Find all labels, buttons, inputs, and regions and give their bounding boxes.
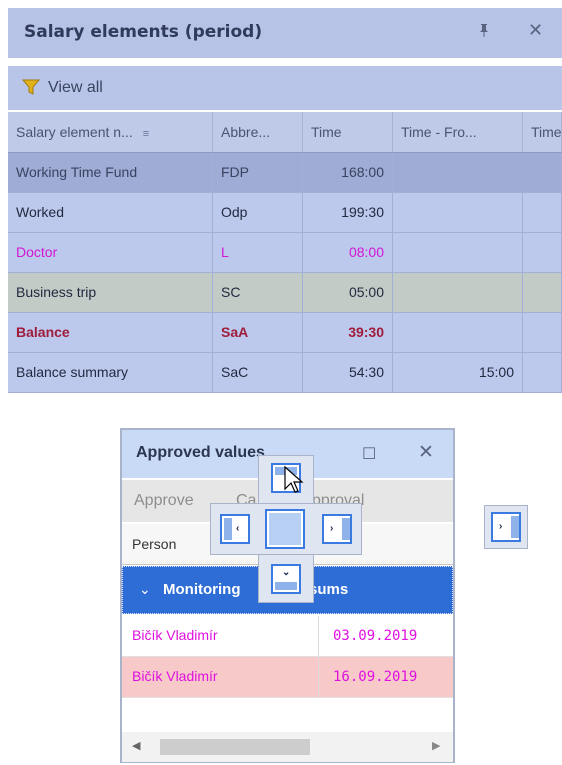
dock-outer-right-icon[interactable]: › [491,512,521,542]
abbreviation-cell: SaA [213,313,303,352]
abbreviation-cell: Odp [213,193,303,232]
scroll-right-icon[interactable]: ▶ [432,739,440,752]
close-icon[interactable]: ✕ [528,20,543,41]
abbreviation-cell: FDP [213,153,303,192]
time-cell: 39:30 [303,313,393,352]
table-row[interactable]: Doctor L 08:00 [8,233,562,273]
time-from-cell [393,233,523,272]
time-from-cell [393,273,523,312]
person-cell: Bičík Vladimír [132,627,218,643]
salary-grid: Salary element n... ≡ Abbre... Time Time … [8,112,562,393]
column-header-salary-element[interactable]: Salary element n... ≡ [8,112,213,152]
abbreviation-cell: L [213,233,303,272]
time-cell: 168:00 [303,153,393,192]
time-from-cell [393,153,523,192]
table-row[interactable]: Worked Odp 199:30 [8,193,562,233]
grid-header: Salary element n... ≡ Abbre... Time Time … [8,112,562,153]
salary-toolbar: View all [8,66,562,110]
time-extra-cell [523,353,562,392]
salary-element-cell: Balance summary [8,353,213,392]
time-cell: 199:30 [303,193,393,232]
salary-element-cell: Business trip [8,273,213,312]
sort-icon: ≡ [142,128,150,140]
column-header-abbreviation[interactable]: Abbre... [213,112,303,152]
column-header-time-from[interactable]: Time - Fro... [393,112,523,152]
group-label: Monitoring y sums [163,581,349,598]
time-extra-cell [523,153,562,192]
date-cell: 03.09.2019 [318,616,453,656]
time-from-cell [393,313,523,352]
salary-panel-titlebar[interactable]: Salary elements (period) ✕ [8,8,562,58]
scroll-left-icon[interactable]: ◀ [132,739,140,752]
scroll-thumb[interactable] [160,739,310,755]
table-row[interactable]: Bičík Vladimír 03.09.2019 [122,616,453,657]
table-row[interactable]: Balance summary SaC 54:30 15:00 [8,353,562,393]
dock-center-icon[interactable] [265,509,305,549]
horizontal-scrollbar[interactable]: ◀ ▶ [122,732,453,762]
dock-bottom-icon[interactable]: ⌄ [271,564,301,594]
approved-panel-title: Approved values [136,444,265,461]
view-all-button[interactable]: View all [48,79,103,97]
table-row[interactable]: Bičík Vladimír 16.09.2019 [122,657,453,698]
dock-left-icon[interactable]: ‹ [220,514,250,544]
time-extra-cell [523,313,562,352]
maximize-icon[interactable]: ☐ [362,444,376,464]
close-icon[interactable]: ✕ [418,441,434,464]
column-header-time-extra[interactable]: Time [523,112,562,152]
salary-elements-panel: Salary elements (period) ✕ View all Sala… [8,8,562,393]
pin-icon[interactable] [478,23,490,40]
table-row[interactable]: Business trip SC 05:00 [8,273,562,313]
date-cell: 16.09.2019 [318,657,453,697]
time-from-cell: 15:00 [393,353,523,392]
time-from-cell [393,193,523,232]
salary-element-cell: Balance [8,313,213,352]
time-extra-cell [523,233,562,272]
abbreviation-cell: SaC [213,353,303,392]
abbreviation-cell: SC [213,273,303,312]
time-cell: 54:30 [303,353,393,392]
filter-icon [21,78,41,96]
column-header-time[interactable]: Time [303,112,393,152]
time-extra-cell [523,193,562,232]
time-cell: 05:00 [303,273,393,312]
approve-button[interactable]: Approve [134,492,194,510]
table-row[interactable]: Balance SaA 39:30 [8,313,562,353]
salary-element-cell: Worked [8,193,213,232]
mouse-cursor-icon [284,465,304,493]
salary-element-cell: Doctor [8,233,213,272]
time-cell: 08:00 [303,233,393,272]
column-header-person[interactable]: Person [132,536,176,552]
time-extra-cell [523,273,562,312]
salary-element-cell: Working Time Fund [8,153,213,192]
salary-panel-title: Salary elements (period) [24,22,263,42]
table-row[interactable]: Working Time Fund FDP 168:00 [8,153,562,193]
person-cell: Bičík Vladimír [132,668,218,684]
chevron-down-icon[interactable]: ⌄ [139,581,151,598]
dock-right-icon[interactable]: › [322,514,352,544]
